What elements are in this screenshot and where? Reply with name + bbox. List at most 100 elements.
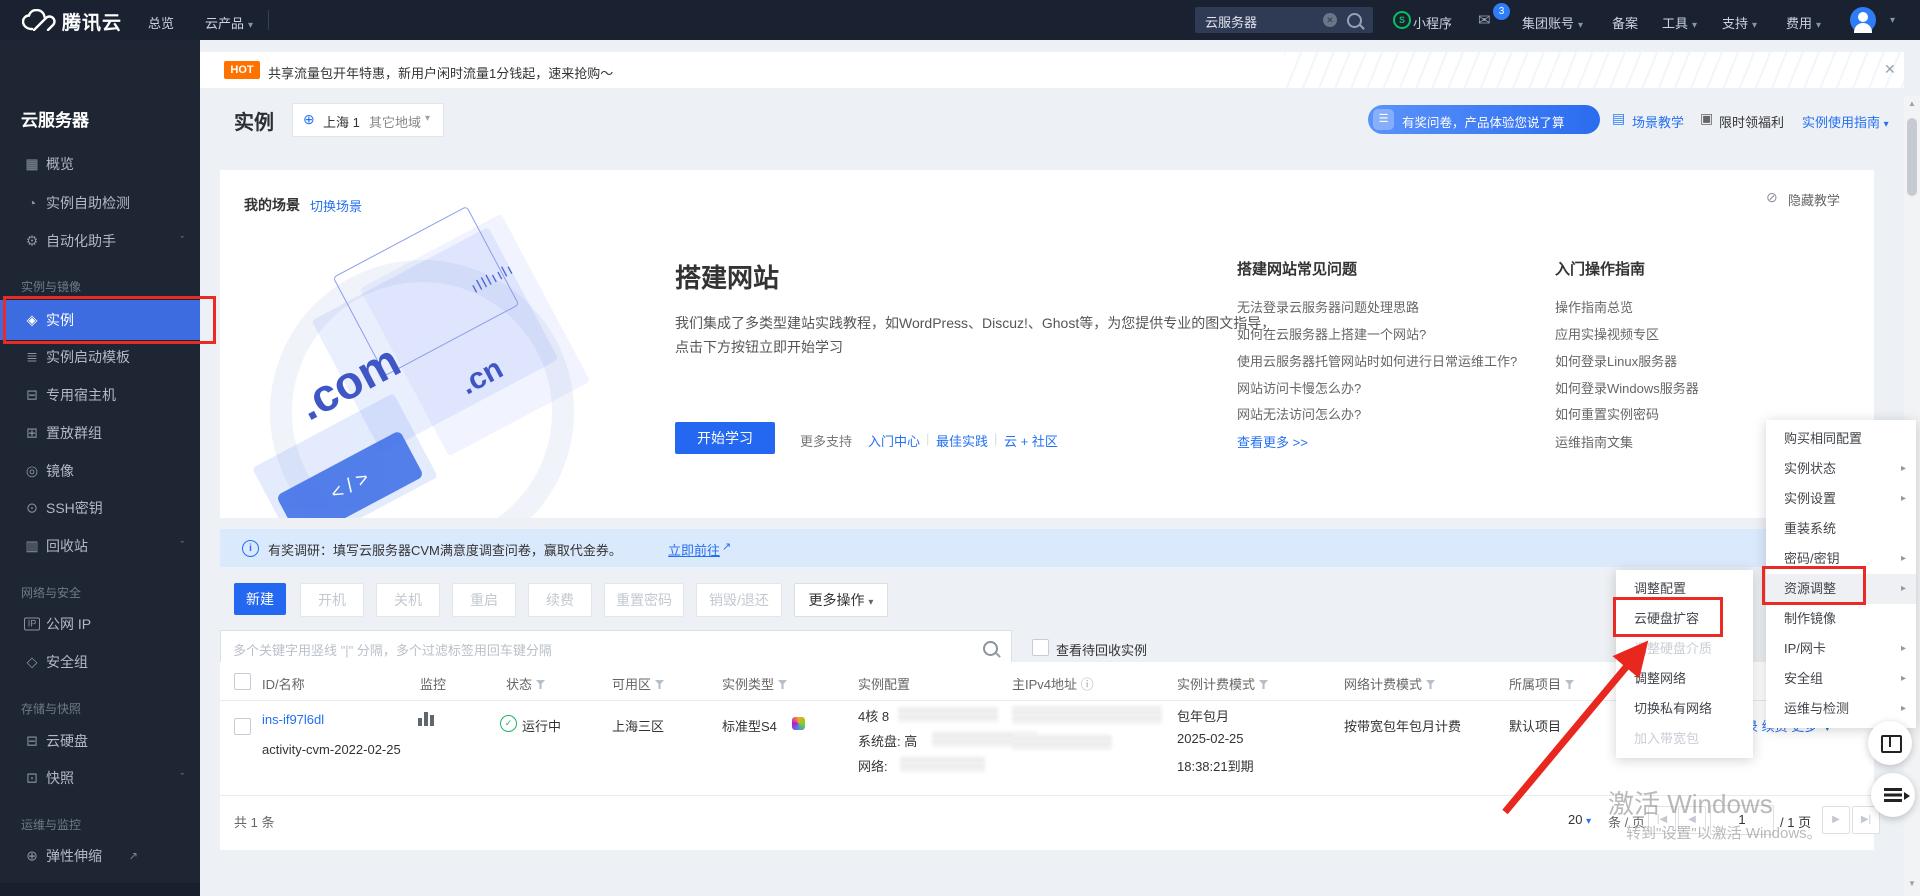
- guide-item[interactable]: 如何登录Windows服务器: [1555, 378, 1699, 397]
- hide-teaching-link[interactable]: 隐藏教学: [1788, 190, 1840, 209]
- sidebar-item-automation[interactable]: ⚙ 自动化助手 ˇ: [0, 222, 200, 260]
- menu-item-password-key[interactable]: 密码/密钥 ▸: [1766, 544, 1916, 574]
- renew-button[interactable]: 续费: [528, 583, 592, 617]
- filter-icon[interactable]: [655, 680, 665, 689]
- sidebar-item-security-group[interactable]: ◇ 安全组: [0, 643, 200, 681]
- faq-item[interactable]: 使用云服务器托管网站时如何进行日常运维工作?: [1237, 351, 1517, 370]
- filter-icon[interactable]: [536, 680, 546, 689]
- nav-billing[interactable]: 费用 ▾: [1786, 13, 1821, 32]
- sidebar-item-self-check[interactable]: ◔ 实例自助检测: [0, 184, 200, 222]
- mail-badge[interactable]: 3: [1493, 3, 1510, 20]
- more-actions-button[interactable]: 更多操作 ▾: [794, 583, 888, 617]
- view-recycle-label[interactable]: 查看待回收实例: [1056, 640, 1147, 659]
- sidebar-item-cloud-disk[interactable]: ⊟ 云硬盘: [0, 722, 200, 760]
- scrollbar-thumb[interactable]: [1907, 118, 1917, 196]
- nav-group-account[interactable]: 集团账号 ▾: [1522, 13, 1583, 32]
- scroll-down-icon[interactable]: ▼: [1904, 876, 1920, 892]
- sidebar-item-images[interactable]: ◎ 镜像: [0, 452, 200, 490]
- row-checkbox[interactable]: [234, 718, 251, 735]
- page-prev-button[interactable]: ◀: [1678, 806, 1706, 834]
- sidebar-item-ssh-keys[interactable]: ⊙ SSH密钥: [0, 489, 200, 527]
- submenu-item-disk-expand[interactable]: 云硬盘扩容: [1616, 604, 1753, 634]
- tencent-cloud-logo-icon[interactable]: [22, 9, 56, 31]
- sidebar-item-instances[interactable]: ◈ 实例: [0, 300, 200, 340]
- create-button[interactable]: 新建: [234, 583, 286, 615]
- filter-icon[interactable]: [1259, 680, 1269, 689]
- nav-beian[interactable]: 备案: [1612, 13, 1638, 32]
- quick-entry-fab-button[interactable]: [1871, 773, 1915, 817]
- scroll-up-icon[interactable]: ▲: [1904, 96, 1920, 112]
- sidebar-item-overview[interactable]: ▦ 概览: [0, 145, 200, 183]
- filter-icon[interactable]: [1426, 680, 1436, 689]
- region-current[interactable]: 上海 1: [323, 112, 360, 131]
- sidebar-item-placement-group[interactable]: ⊞ 置放群组: [0, 414, 200, 452]
- menu-item-instance-settings[interactable]: 实例设置 ▸: [1766, 484, 1916, 514]
- submenu-item-adjust-network[interactable]: 调整网络: [1616, 664, 1753, 694]
- page-next-button[interactable]: ▶: [1822, 806, 1850, 834]
- filter-icon[interactable]: [778, 680, 788, 689]
- sidebar-item-dedicated-host[interactable]: ⊟ 专用宿主机: [0, 376, 200, 414]
- faq-see-more-link[interactable]: 查看更多 >>: [1237, 432, 1308, 451]
- brand-name[interactable]: 腾讯云: [62, 8, 122, 35]
- region-other[interactable]: 其它地域: [369, 112, 421, 131]
- guide-item[interactable]: 如何登录Linux服务器: [1555, 351, 1677, 370]
- search-icon[interactable]: [983, 641, 998, 656]
- faq-item[interactable]: 网站访问卡慢怎么办?: [1237, 378, 1361, 397]
- page-last-button[interactable]: ▶|: [1852, 806, 1880, 834]
- faq-item[interactable]: 网站无法访问怎么办?: [1237, 404, 1361, 423]
- scene-teaching-link[interactable]: 场景教学: [1632, 112, 1684, 131]
- destroy-button[interactable]: 销毁/退还: [696, 583, 782, 617]
- switch-scene-link[interactable]: 切换场景: [310, 196, 362, 215]
- submenu-item-adjust-config[interactable]: 调整配置: [1616, 574, 1753, 604]
- submenu-item-switch-vpc[interactable]: 切换私有网络: [1616, 694, 1753, 724]
- start-learning-button[interactable]: 开始学习: [675, 422, 775, 454]
- cloud-community-link[interactable]: 云 + 社区: [1004, 431, 1058, 450]
- best-practice-link[interactable]: 最佳实践: [936, 431, 988, 450]
- promo-banner-text[interactable]: 共享流量包开年特惠，新用户闲时流量1分钱起，速来抢购～: [268, 63, 613, 82]
- menu-item-make-image[interactable]: 制作镜像: [1766, 604, 1916, 634]
- guide-item[interactable]: 运维指南文集: [1555, 432, 1633, 451]
- sidebar-item-recycle-bin[interactable]: ▥ 回收站 ˇ: [0, 527, 200, 565]
- survey-go-link[interactable]: 立即前往: [668, 540, 720, 559]
- col-net-billing[interactable]: 网络计费模式: [1344, 674, 1436, 693]
- top-search-box[interactable]: 云服务器 ✕: [1195, 7, 1373, 33]
- sidebar-item-public-ip[interactable]: IP 公网 IP: [0, 605, 200, 643]
- instance-guide-link[interactable]: 实例使用指南 ▾: [1802, 112, 1889, 131]
- menu-item-security-group[interactable]: 安全组 ▸: [1766, 664, 1916, 694]
- clear-icon[interactable]: ✕: [1323, 13, 1337, 27]
- filter-search-input[interactable]: 多个关键字用竖线 "|" 分隔，多个过滤标签用回车键分隔: [220, 630, 1012, 664]
- power-off-button[interactable]: 关机: [376, 583, 440, 617]
- page-first-button[interactable]: |◀: [1648, 806, 1676, 834]
- menu-item-reinstall[interactable]: 重装系统: [1766, 514, 1916, 544]
- reset-password-button[interactable]: 重置密码: [604, 583, 684, 617]
- select-all-checkbox[interactable]: [234, 673, 251, 690]
- mail-icon[interactable]: ✉: [1478, 11, 1491, 29]
- col-zone[interactable]: 可用区: [612, 674, 665, 693]
- guide-item[interactable]: 应用实操视频专区: [1555, 324, 1659, 343]
- instance-id-link[interactable]: ins-if97l6dl: [262, 712, 324, 727]
- col-billing[interactable]: 实例计费模式: [1177, 674, 1269, 693]
- sidebar-item-snapshot[interactable]: ⊡ 快照 ˇ: [0, 759, 200, 797]
- menu-item-ip-nic[interactable]: IP/网卡 ▸: [1766, 634, 1916, 664]
- nav-miniprogram[interactable]: 小程序: [1413, 13, 1452, 32]
- col-type[interactable]: 实例类型: [722, 674, 788, 693]
- nav-overview[interactable]: 总览: [148, 13, 174, 32]
- menu-item-ops-detect[interactable]: 运维与检测 ▸: [1766, 694, 1916, 724]
- info-icon[interactable]: ⓘ: [1081, 677, 1094, 692]
- power-on-button[interactable]: 开机: [300, 583, 364, 617]
- restart-button[interactable]: 重启: [452, 583, 516, 617]
- region-selector[interactable]: ⊕ 上海 1 其它地域 ▾: [292, 103, 444, 137]
- nav-products[interactable]: 云产品 ▾: [205, 13, 253, 32]
- faq-item[interactable]: 如何在云服务器上搭建一个网站?: [1237, 324, 1426, 343]
- top-search-value[interactable]: 云服务器: [1205, 12, 1257, 31]
- documentation-fab-button[interactable]: [1868, 721, 1912, 765]
- guide-item[interactable]: 操作指南总览: [1555, 297, 1633, 316]
- menu-item-resource-adjust[interactable]: 资源调整 ▸: [1766, 574, 1916, 604]
- sidebar-item-auto-scaling[interactable]: ⊕ 弹性伸缩 ↗: [0, 837, 200, 875]
- page-number-input[interactable]: 1: [1710, 805, 1774, 835]
- nav-support[interactable]: 支持 ▾: [1722, 13, 1757, 32]
- menu-item-buy-same[interactable]: 购买相同配置: [1766, 424, 1916, 454]
- faq-item[interactable]: 无法登录云服务器问题处理思路: [1237, 297, 1419, 316]
- guide-item[interactable]: 如何重置实例密码: [1555, 404, 1659, 423]
- chevron-down-icon[interactable]: ▾: [1890, 15, 1895, 26]
